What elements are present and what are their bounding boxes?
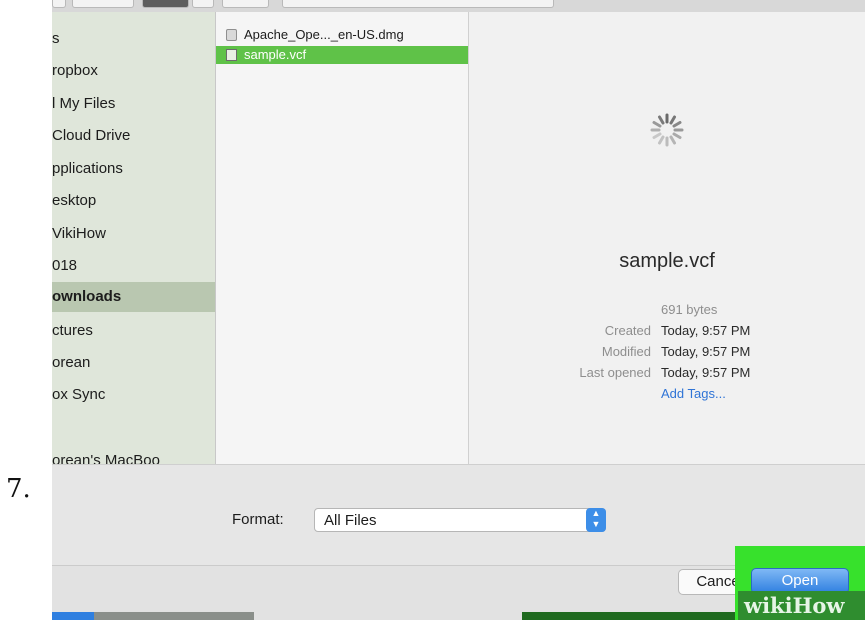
sidebar-item-wikihow[interactable]: VikiHow <box>52 219 215 249</box>
modified-row: Modified Today, 9:57 PM <box>469 342 865 361</box>
sidebar-item-label: VikiHow <box>52 225 106 242</box>
file-size: 691 bytes <box>661 302 718 317</box>
sidebar-item-label: l My Files <box>52 95 116 112</box>
toolbar-segment[interactable] <box>222 0 269 8</box>
format-label: Format: <box>232 511 284 528</box>
modified-label: Modified <box>601 344 651 359</box>
created-row: Created Today, 9:57 PM <box>469 321 865 340</box>
file-row[interactable]: Apache_Ope..._en-US.dmg <box>216 26 468 44</box>
created-label: Created <box>604 323 651 338</box>
sidebar-item-label: pplications <box>52 160 123 177</box>
sidebar-item-label: s <box>52 30 60 47</box>
preview-file-name: sample.vcf <box>619 250 715 272</box>
file-row-selected[interactable]: sample.vcf <box>216 46 468 64</box>
sidebar-item-dropbox-sync[interactable]: ox Sync <box>52 380 215 410</box>
sidebar-item-user-folder[interactable]: orean <box>52 348 215 378</box>
last-opened-value: Today, 9:57 PM <box>661 365 751 380</box>
wikihow-watermark: wikiHow <box>738 591 865 620</box>
sidebar-item-downloads[interactable]: ownloads <box>52 282 215 312</box>
add-tags-row: Add Tags... <box>469 384 865 403</box>
file-name: sample.vcf <box>244 47 307 62</box>
loading-spinner-icon <box>650 113 684 147</box>
vcard-file-icon <box>226 49 237 61</box>
format-select-value: All Files <box>324 512 377 529</box>
sidebar-item[interactable]: s <box>52 24 215 54</box>
created-value: Today, 9:57 PM <box>661 323 751 338</box>
sidebar-item-macbook[interactable]: orean's MacBoo <box>52 446 215 464</box>
sidebar-item-label: 018 <box>52 257 78 274</box>
sidebar-item-label: ropbox <box>52 62 98 79</box>
file-name: Apache_Ope..._en-US.dmg <box>244 27 404 42</box>
toolbar-segment[interactable] <box>52 0 66 8</box>
sidebar-item-label: orean <box>52 354 91 371</box>
sidebar-item-all-my-files[interactable]: l My Files <box>52 89 215 119</box>
sidebar-item-label: orean's MacBoo <box>52 452 160 464</box>
sidebar-item-label: esktop <box>52 192 97 209</box>
file-size-row: 691 bytes <box>469 300 865 319</box>
last-opened-label: Last opened <box>579 365 651 380</box>
toolbar-segment[interactable] <box>192 0 214 8</box>
sidebar-item-2018[interactable]: 018 <box>52 251 215 281</box>
toolbar-segment[interactable] <box>72 0 134 8</box>
toolbar-segment[interactable] <box>142 0 189 8</box>
sidebar-item-pictures[interactable]: ctures <box>52 316 215 346</box>
background-strip <box>52 612 94 620</box>
sidebar-item-icloud-drive[interactable]: Cloud Drive <box>52 121 215 151</box>
modified-value: Today, 9:57 PM <box>661 344 751 359</box>
preview-pane: sample.vcf 691 bytes Created Today, 9:57… <box>469 12 865 464</box>
dmg-file-icon <box>226 29 237 41</box>
sidebar-item-desktop[interactable]: esktop <box>52 186 215 216</box>
sidebar-item-label: Cloud Drive <box>52 127 131 144</box>
format-select[interactable]: All Files ▲ ▼ <box>314 508 606 532</box>
sidebar: s ropbox l My Files Cloud Drive pplicati… <box>52 12 216 464</box>
add-tags-link[interactable]: Add Tags... <box>661 384 726 403</box>
search-field[interactable] <box>282 0 554 8</box>
sidebar-item-label: ownloads <box>52 288 122 305</box>
last-opened-row: Last opened Today, 9:57 PM <box>469 363 865 382</box>
sidebar-item-dropbox[interactable]: ropbox <box>52 56 215 86</box>
sidebar-item-label: ctures <box>52 322 93 339</box>
sidebar-item-applications[interactable]: pplications <box>52 154 215 184</box>
step-number: 7. <box>6 474 31 504</box>
open-file-dialog: s ropbox l My Files Cloud Drive pplicati… <box>52 0 865 620</box>
background-strip <box>94 612 254 620</box>
chevron-updown-icon[interactable]: ▲ ▼ <box>586 508 606 532</box>
sidebar-item-label: ox Sync <box>52 386 106 403</box>
background-strip <box>522 612 735 620</box>
file-list: Apache_Ope..._en-US.dmg sample.vcf <box>216 12 469 464</box>
